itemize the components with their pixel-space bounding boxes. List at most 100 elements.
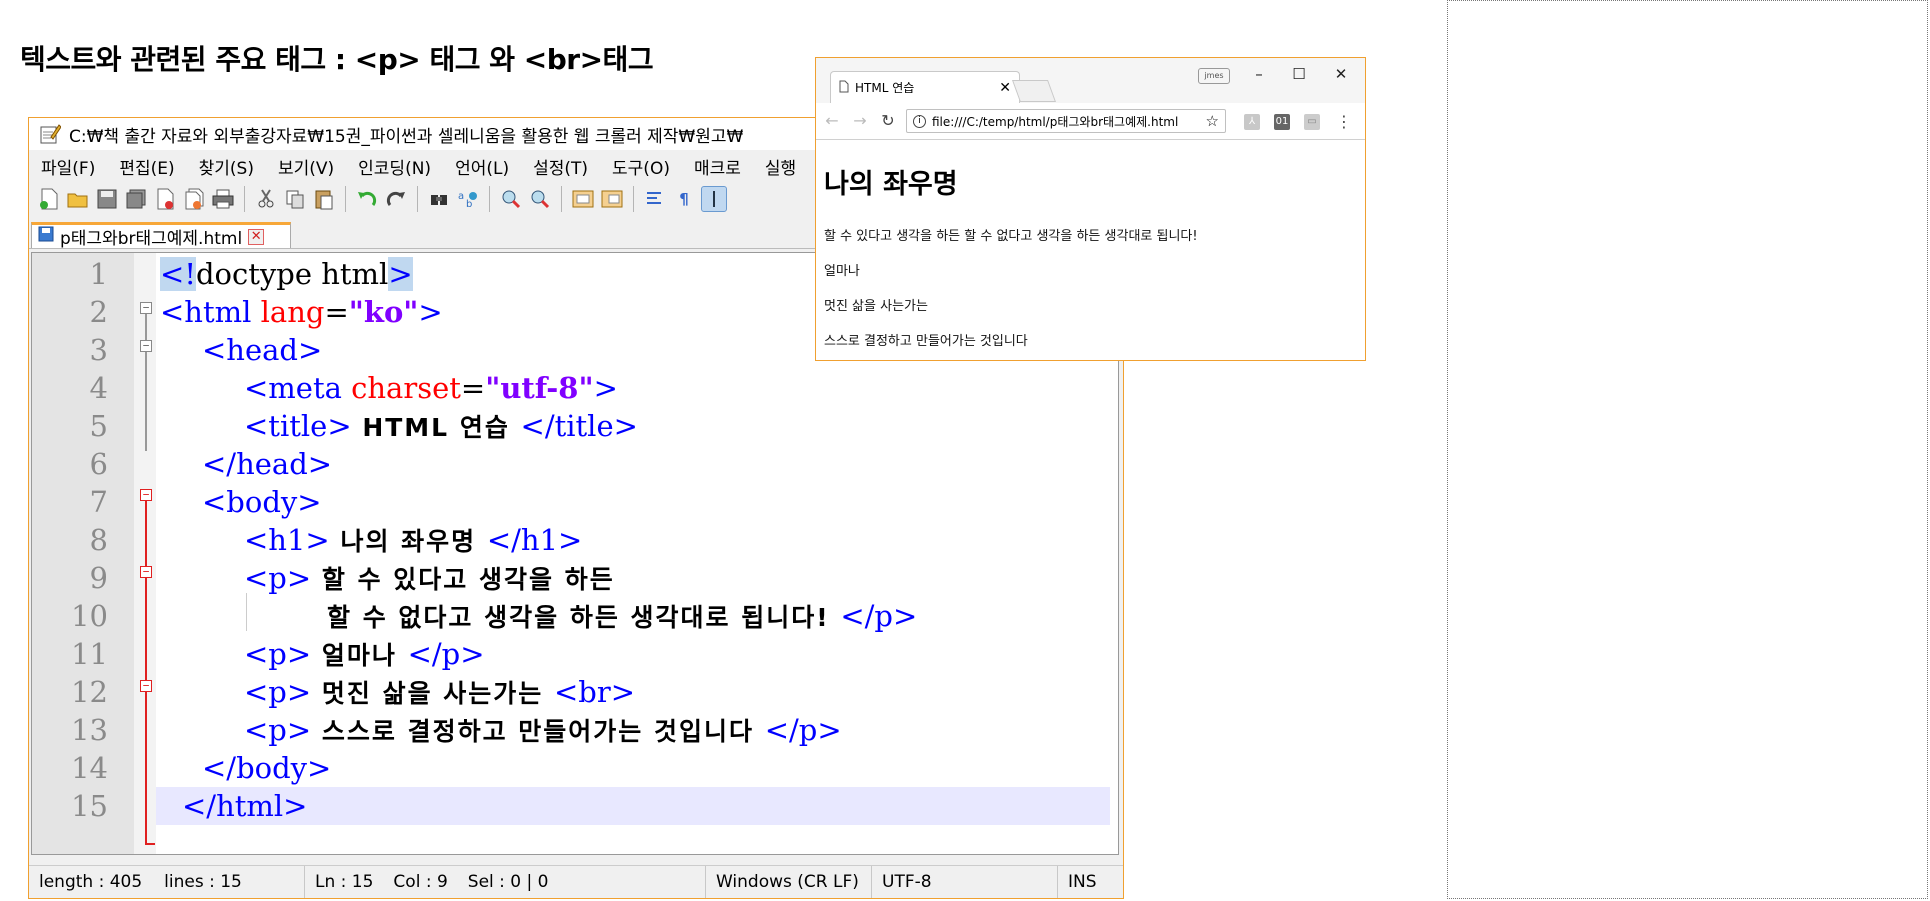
line-number: 5 <box>89 409 108 443</box>
menu-settings[interactable]: 설정(T) <box>521 154 600 179</box>
undo-icon[interactable] <box>355 187 379 211</box>
cut-icon[interactable] <box>254 187 278 211</box>
code-line-12: 12 <p> 멋진 삶을 사는가는 <br> <box>32 673 1118 711</box>
close-all-icon[interactable] <box>182 187 206 211</box>
bookmark-star-icon[interactable]: ☆ <box>1206 112 1219 130</box>
code-line-5: 5 <title> HTML 연습 </title> <box>32 407 1118 445</box>
slide-title: 텍스트와 관련된 주요 태그 : <p> 태그 와 <br>태그 <box>20 43 654 76</box>
notepad-statusbar: length : 405 lines : 15 Ln : 15 Col : 9 … <box>29 865 1123 898</box>
chrome-tabstrip: HTML 연습 ✕ jmes – ☐ ✕ <box>816 58 1365 103</box>
reload-icon[interactable]: ↻ <box>876 109 900 133</box>
status-col: Col : 9 <box>393 872 448 892</box>
code-line-10: 10 할 수 없다고 생각을 하든 생각대로 됩니다! </p> <box>32 597 1118 635</box>
tab-label: p태그와br태그예제.html <box>60 229 243 249</box>
menu-view[interactable]: 보기(V) <box>266 154 346 179</box>
rendered-page: 나의 좌우명 할 수 있다고 생각을 하든 할 수 없다고 생각을 하든 생각대… <box>816 140 1365 360</box>
new-tab-button[interactable] <box>1011 80 1057 102</box>
show-all-chars-icon[interactable]: ¶ <box>672 187 696 211</box>
extension-icon[interactable]: ▭ <box>1304 114 1320 130</box>
chrome-window: HTML 연습 ✕ jmes – ☐ ✕ ← → ↻ i file:///C:/… <box>815 57 1366 361</box>
code-line-15-current: 15 </html> <box>32 787 1118 825</box>
menu-macro[interactable]: 매크로 <box>682 154 753 179</box>
find-icon[interactable] <box>427 187 451 211</box>
code-text: <html lang="ko"> <box>160 295 443 329</box>
code-text: <h1> 나의 좌우명 </h1> <box>244 523 583 557</box>
sync-horizontal-icon[interactable] <box>600 187 624 211</box>
page-paragraph-1: 할 수 있다고 생각을 하든 할 수 없다고 생각을 하든 생각대로 됩니다! <box>824 229 1198 244</box>
menu-language[interactable]: 언어(L) <box>443 154 521 179</box>
menu-tools[interactable]: 도구(O) <box>600 154 682 179</box>
menu-edit[interactable]: 편집(E) <box>107 154 186 179</box>
toolbar-separator <box>561 186 562 212</box>
fold-end-tick <box>145 843 155 845</box>
code-line-11: 11 <p> 얼마나 </p> <box>32 635 1118 673</box>
window-close-icon[interactable]: ✕ <box>1324 62 1358 86</box>
save-status-icon <box>38 226 54 247</box>
page-heading: 나의 좌우명 <box>824 169 958 200</box>
line-number: 2 <box>89 295 108 329</box>
new-file-icon[interactable] <box>37 187 61 211</box>
page-icon <box>839 80 849 96</box>
line-number: 10 <box>71 599 108 633</box>
status-ins-mode: INS <box>1068 872 1097 892</box>
code-text: <p> 할 수 있다고 생각을 하든 <box>244 561 615 595</box>
chrome-menu-icon[interactable]: ⋮ <box>1336 112 1352 131</box>
notepad-title-text: C:₩책 출간 자료와 외부출강자료₩15권_파이썬과 셀레니움을 활용한 웹 … <box>69 126 744 147</box>
line-number: 14 <box>71 751 108 785</box>
print-icon[interactable] <box>211 187 235 211</box>
page-paragraph-3: 멋진 삶을 사는가는 <box>824 299 928 314</box>
code-line-14: 14 </body> <box>32 749 1118 787</box>
browser-tab[interactable]: HTML 연습 ✕ <box>830 71 1020 103</box>
status-eol: Windows (CR LF) <box>706 866 872 898</box>
extension-01-icon[interactable]: 01 <box>1274 114 1290 130</box>
maximize-icon[interactable]: ☐ <box>1282 62 1316 86</box>
browser-tab-close-icon[interactable]: ✕ <box>999 80 1011 96</box>
code-text: <p> 얼마나 </p> <box>244 637 485 671</box>
notepad-app-icon <box>39 123 62 145</box>
status-lines: lines : 15 <box>164 872 242 892</box>
code-text: <p> 멋진 삶을 사는가는 <br> <box>244 675 636 709</box>
indent-guide-icon[interactable] <box>701 186 727 212</box>
sync-vertical-icon[interactable] <box>571 187 595 211</box>
redo-icon[interactable] <box>384 187 408 211</box>
open-file-icon[interactable] <box>66 187 90 211</box>
line-number: 4 <box>89 371 108 405</box>
minimize-icon[interactable]: – <box>1242 62 1276 86</box>
zoom-out-icon[interactable] <box>528 187 552 211</box>
paste-icon[interactable] <box>312 187 336 211</box>
code-line-8: 8 <h1> 나의 좌우명 </h1> <box>32 521 1118 559</box>
profile-button[interactable]: jmes <box>1198 68 1230 84</box>
menu-encoding[interactable]: 인코딩(N) <box>346 154 443 179</box>
line-number: 6 <box>89 447 108 481</box>
code-text: <p> 스스로 결정하고 만들어가는 것입니다 </p> <box>244 713 842 747</box>
save-icon[interactable] <box>95 187 119 211</box>
extension-pdf-icon[interactable]: ⅄ <box>1244 114 1260 130</box>
code-text: <!doctype html> <box>160 257 413 291</box>
save-all-icon[interactable] <box>124 187 148 211</box>
close-file-icon[interactable] <box>153 187 177 211</box>
info-icon[interactable]: i <box>913 114 926 128</box>
tab-p-br-example[interactable]: p태그와br태그예제.html ✕ <box>31 222 291 249</box>
code-text: 할 수 없다고 생각을 하든 생각대로 됩니다! </p> <box>327 599 918 633</box>
code-line-6: 6 </head> <box>32 445 1118 483</box>
back-icon[interactable]: ← <box>820 109 844 133</box>
forward-icon[interactable]: → <box>848 109 872 133</box>
toolbar-separator <box>417 186 418 212</box>
line-number: 7 <box>89 485 108 519</box>
line-number: 13 <box>71 713 108 747</box>
menu-search[interactable]: 찾기(S) <box>187 154 266 179</box>
tab-close-icon[interactable]: ✕ <box>248 228 265 245</box>
status-encoding: UTF-8 <box>872 866 1058 898</box>
menu-run[interactable]: 실행 <box>753 154 808 179</box>
code-text: </head> <box>202 447 333 481</box>
zoom-in-icon[interactable] <box>499 187 523 211</box>
code-text: <head> <box>202 333 323 367</box>
copy-icon[interactable] <box>283 187 307 211</box>
code-line-9: 9 <p> 할 수 있다고 생각을 하든 <box>32 559 1118 597</box>
line-number: 8 <box>89 523 108 557</box>
word-wrap-icon[interactable] <box>643 187 667 211</box>
menu-file[interactable]: 파일(F) <box>29 154 107 179</box>
address-bar[interactable]: i file:///C:/temp/html/p태그와br태그예제.html ☆ <box>906 109 1226 133</box>
chrome-toolbar: ← → ↻ i file:///C:/temp/html/p태그와br태그예제.… <box>816 103 1365 140</box>
replace-icon[interactable]: ab <box>456 187 480 211</box>
